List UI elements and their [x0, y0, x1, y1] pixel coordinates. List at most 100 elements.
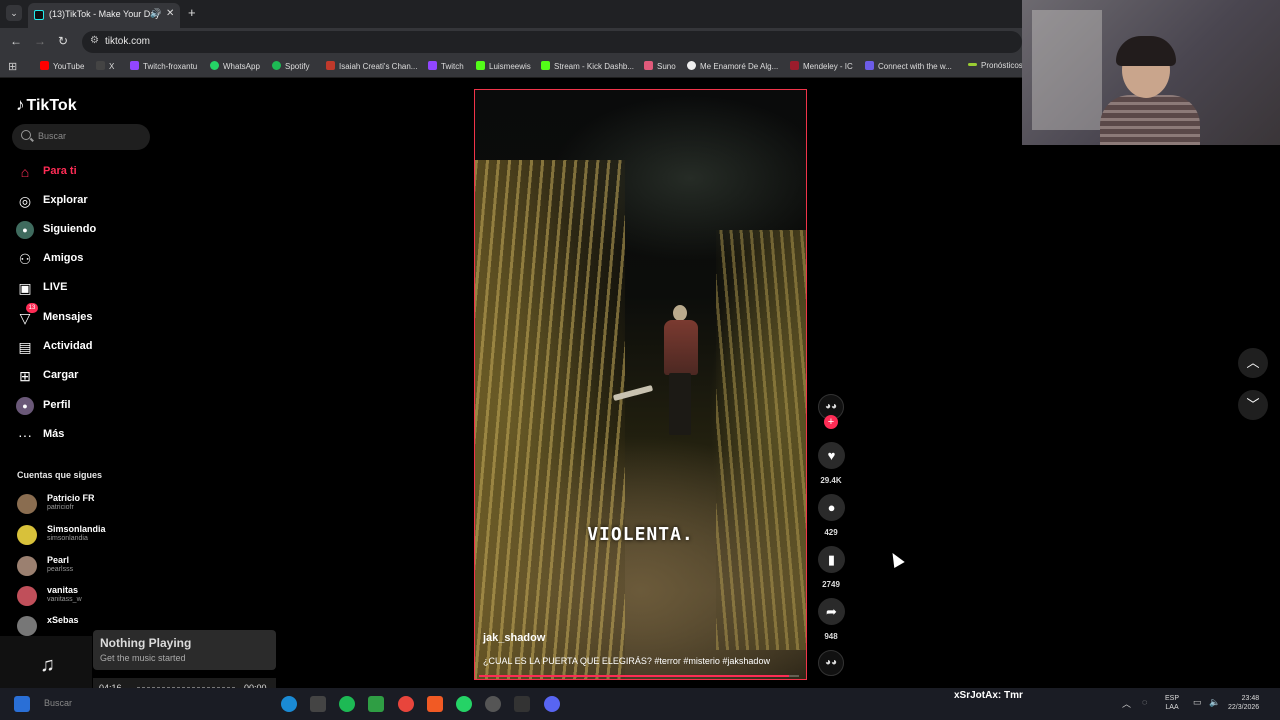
- apps-grid-icon[interactable]: ⊞: [8, 60, 17, 73]
- follow-plus-icon[interactable]: +: [824, 415, 838, 429]
- bar-icon: [968, 63, 977, 66]
- twitch-icon: [428, 61, 437, 70]
- tab-search-icon[interactable]: ⌄: [6, 5, 22, 21]
- nav-amigos[interactable]: ⚇ Amigos: [16, 249, 166, 269]
- network-icon[interactable]: ▭: [1193, 697, 1202, 708]
- nav-mensajes[interactable]: ▽ 13 Mensajes: [16, 303, 166, 328]
- minecraft-icon[interactable]: [368, 696, 384, 712]
- reload-icon[interactable]: ↻: [58, 34, 68, 48]
- next-video-button[interactable]: ﹀: [1238, 390, 1268, 420]
- comment-button[interactable]: ●: [818, 494, 845, 521]
- chevron-down-icon: ﹀: [1246, 397, 1260, 412]
- whatsapp-icon[interactable]: [456, 696, 472, 712]
- browser-tab[interactable]: (13)TikTok - Make Your Day 🔊 ✕: [28, 3, 180, 28]
- address-bar[interactable]: ⚙ tiktok.com: [82, 31, 1022, 53]
- bookmark-kick-dashboard[interactable]: Stream - Kick Dashb...: [541, 61, 634, 71]
- nav-para-ti[interactable]: ⌂ Para ti: [16, 162, 166, 182]
- save-count: 2749: [822, 580, 840, 589]
- chrome-icon[interactable]: [398, 696, 414, 712]
- app-icon[interactable]: [514, 696, 530, 712]
- like-count: 29.4K: [820, 476, 842, 485]
- youtube-icon: [40, 61, 49, 70]
- nav-live[interactable]: ▣ LIVE: [16, 278, 166, 298]
- bookmark-pronosticos[interactable]: Pronósticos: [968, 61, 1023, 70]
- speaker-icon[interactable]: 🔊: [150, 8, 161, 19]
- nav-siguiendo[interactable]: ● Siguiendo: [16, 220, 166, 240]
- tiktok-logo[interactable]: ♪ TikTok: [16, 95, 77, 115]
- mendeley-icon: [790, 61, 799, 70]
- suno-icon: [644, 61, 653, 70]
- channel-thumb-icon: [326, 61, 335, 70]
- tiktok-favicon-icon: [34, 10, 44, 20]
- chevron-up-icon: ︿: [1246, 355, 1260, 370]
- url-text[interactable]: tiktok.com: [105, 36, 150, 47]
- comment-count: 429: [824, 528, 838, 537]
- discord-icon[interactable]: [544, 696, 560, 712]
- spotify-icon[interactable]: [339, 696, 355, 712]
- forward-arrow-icon[interactable]: →: [34, 34, 46, 48]
- music-subtitle: Get the music started: [100, 653, 186, 663]
- close-icon[interactable]: ✕: [166, 8, 174, 19]
- following-account[interactable]: Patricio FR patriciofr: [17, 492, 157, 516]
- mic-icon[interactable]: ◌: [1142, 697, 1147, 707]
- bookmark-twitch[interactable]: Twitch: [428, 61, 464, 71]
- bookmark-spotify[interactable]: Spotify: [272, 61, 309, 71]
- bookmark-isaiah[interactable]: Isaiah Creati's Chan...: [326, 61, 417, 71]
- tray-chevron-icon[interactable]: ︿: [1122, 697, 1131, 710]
- bookmark-mendeley[interactable]: Mendeley - IC: [790, 61, 853, 71]
- video-progress-bar[interactable]: [479, 675, 799, 677]
- volume-icon[interactable]: 🔈: [1209, 697, 1220, 708]
- like-button[interactable]: ♥: [818, 442, 845, 469]
- taskbar-search[interactable]: Buscar: [44, 698, 72, 708]
- start-icon[interactable]: [14, 696, 30, 712]
- following-icon: ●: [16, 221, 34, 239]
- share-count: 948: [824, 632, 838, 641]
- video-caption-overlay: VIOLENTA.: [587, 524, 694, 545]
- edge-icon[interactable]: [281, 696, 297, 712]
- video-scene-figure: [660, 305, 702, 435]
- following-account[interactable]: vanitas vanitass_w: [17, 584, 157, 608]
- settings-icon[interactable]: [485, 696, 501, 712]
- bookmark-connect[interactable]: Connect with the w...: [865, 61, 952, 71]
- site-info-icon[interactable]: ⚙: [90, 35, 99, 46]
- video-scene-wheat: [716, 230, 806, 650]
- video-player[interactable]: VIOLENTA. jak_shadow ¿CUAL ES LA PUERTA …: [474, 89, 807, 680]
- video-description[interactable]: ¿CUAL ES LA PUERTA QUE ELEGIRÁS? #terror…: [483, 656, 770, 666]
- upload-icon: ⊞: [19, 368, 31, 384]
- music-note-icon: ♫: [40, 654, 55, 676]
- taskbar: Buscar: [0, 688, 1280, 720]
- previous-video-button[interactable]: ︿: [1238, 348, 1268, 378]
- bookmark-song[interactable]: Me Enamoré De Alg...: [687, 61, 778, 71]
- back-arrow-icon[interactable]: ←: [10, 34, 22, 48]
- video-author[interactable]: jak_shadow: [483, 632, 545, 644]
- following-account[interactable]: Pearl pearlsss: [17, 554, 157, 578]
- nav-explorar[interactable]: ◎ Explorar: [16, 191, 166, 211]
- sound-disc[interactable]: ◕◕: [818, 650, 844, 676]
- bookmark-x[interactable]: X: [96, 61, 114, 71]
- search-icon: [21, 130, 31, 140]
- following-account[interactable]: Simsonlandia simsonlandia: [17, 523, 157, 547]
- nav-actividad[interactable]: ▤ Actividad: [16, 337, 166, 357]
- clock[interactable]: 23:48 22/3/2026: [1228, 694, 1259, 712]
- bookmark-twitch-froxantu[interactable]: Twitch-froxantu: [130, 61, 197, 71]
- share-button[interactable]: ➦: [818, 598, 845, 625]
- bookmark-whatsapp[interactable]: WhatsApp: [210, 61, 260, 71]
- nav-cargar[interactable]: ⊞ Cargar: [16, 366, 166, 386]
- store-icon[interactable]: [310, 696, 326, 712]
- avatar: [17, 494, 37, 514]
- save-button[interactable]: ▮: [818, 546, 845, 573]
- bookmark-youtube[interactable]: YouTube: [40, 61, 84, 71]
- music-widget[interactable]: Nothing Playing Get the music started: [93, 630, 276, 670]
- mouse-cursor: [887, 549, 905, 569]
- search-input[interactable]: Buscar: [12, 124, 150, 150]
- new-tab-button[interactable]: +: [188, 5, 196, 20]
- bookmark-suno[interactable]: Suno: [644, 61, 676, 71]
- language-indicator[interactable]: ESP LAA: [1165, 694, 1179, 712]
- nav-perfil[interactable]: ● Perfil: [16, 396, 166, 416]
- brave-icon[interactable]: [427, 696, 443, 712]
- bookmark-luismeewis[interactable]: Luismeewis: [476, 61, 531, 71]
- webcam-overlay: [1022, 0, 1280, 145]
- activity-icon: ▤: [18, 339, 32, 355]
- stream-chat-ticker: xSrJotAx: Tmr: [954, 690, 1023, 701]
- nav-mas[interactable]: ··· Más: [16, 425, 166, 445]
